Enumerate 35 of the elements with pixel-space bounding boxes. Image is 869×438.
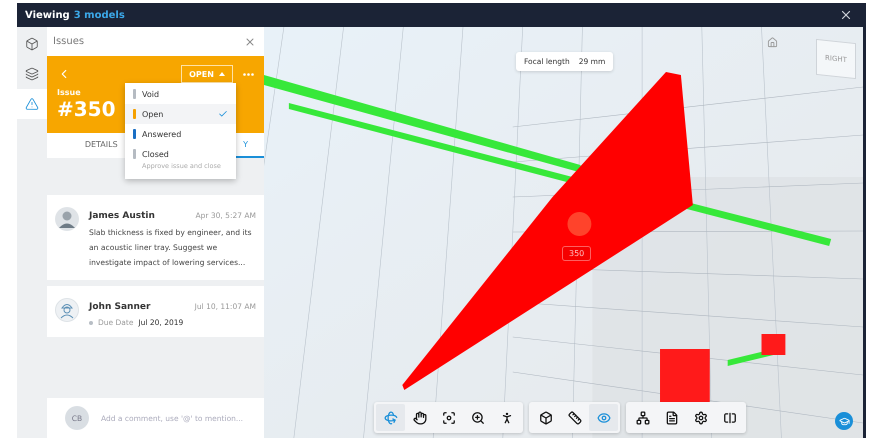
eye-icon bbox=[596, 410, 610, 424]
caret-icon bbox=[218, 72, 225, 76]
cube-icon bbox=[538, 410, 552, 424]
graduation-cap-icon bbox=[838, 416, 850, 426]
issue-number: #350 bbox=[57, 97, 116, 121]
author-name: John Sanner bbox=[89, 302, 150, 312]
status-option[interactable]: Open bbox=[125, 104, 236, 124]
status-option[interactable]: Void bbox=[125, 84, 236, 104]
check-icon bbox=[218, 109, 228, 119]
hand-icon bbox=[412, 410, 426, 424]
zoom-icon bbox=[470, 410, 484, 424]
close-icon bbox=[244, 36, 256, 48]
document-icon bbox=[664, 410, 678, 424]
home-icon bbox=[767, 37, 778, 48]
hierarchy-icon bbox=[636, 410, 650, 424]
warning-icon bbox=[25, 97, 39, 111]
close-button[interactable] bbox=[839, 8, 853, 22]
issue-label: Issue bbox=[57, 88, 81, 97]
status-option[interactable]: Answered bbox=[125, 124, 236, 144]
ruler-icon bbox=[568, 410, 582, 424]
cube-icon bbox=[25, 37, 39, 51]
rotate-icon bbox=[384, 410, 398, 424]
avatar-icon bbox=[55, 298, 79, 322]
layers-icon bbox=[25, 67, 39, 81]
models-link[interactable]: 3 models bbox=[74, 10, 125, 20]
author-name: James Austin bbox=[89, 211, 155, 221]
close-icon bbox=[839, 8, 853, 22]
rail-button[interactable] bbox=[17, 89, 47, 119]
settings-icon bbox=[694, 410, 708, 424]
avatar bbox=[55, 207, 79, 231]
panel-title: Issues bbox=[53, 36, 84, 47]
focus-icon bbox=[442, 410, 456, 424]
window-title: Viewing bbox=[25, 10, 70, 20]
timeline-dot bbox=[89, 320, 93, 324]
more-icon bbox=[243, 72, 254, 76]
